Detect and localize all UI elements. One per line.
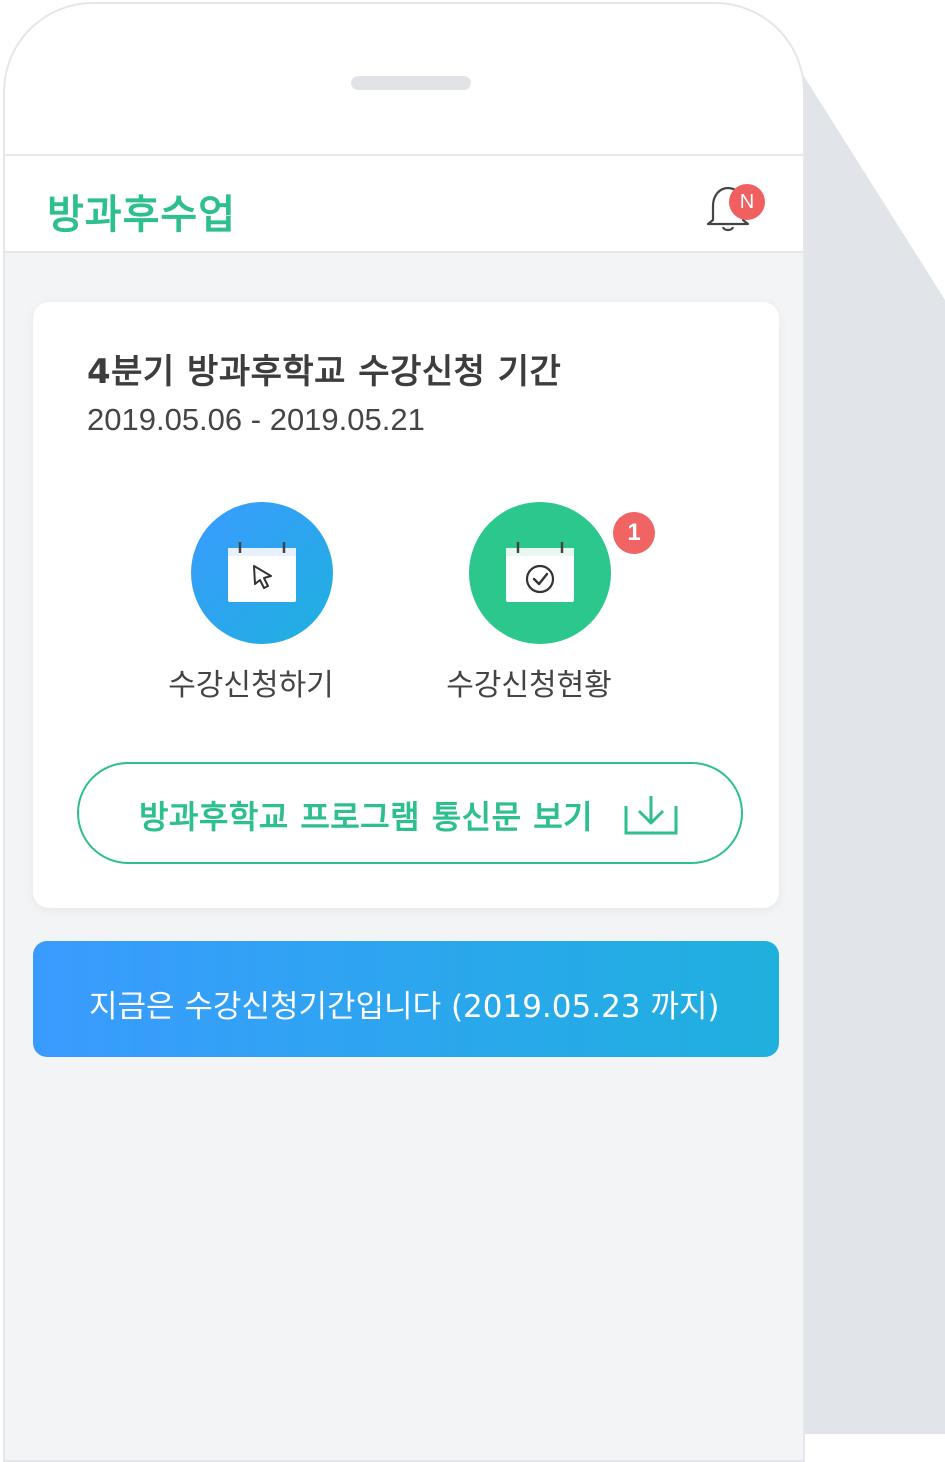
enrollment-notice-banner: 지금은 수강신청기간입니다 (2019.05.23 까지) [33, 941, 779, 1057]
enrollment-card: 4분기 방과후학교 수강신청 기간 2019.05.06 - 2019.05.2… [33, 302, 779, 908]
card-period: 2019.05.06 - 2019.05.21 [87, 402, 425, 437]
phone-speaker [351, 76, 471, 90]
newsletter-download-button[interactable]: 방과후학교 프로그램 통신문 보기 [77, 762, 743, 864]
calendar-check-icon [506, 542, 574, 602]
apply-circle [191, 502, 333, 644]
download-button-label: 방과후학교 프로그램 통신문 보기 [139, 798, 594, 836]
status-circle [469, 502, 611, 644]
app-title: 방과후수업 [47, 192, 236, 238]
notification-badge: N [729, 184, 765, 220]
app-header: 방과후수업 N [5, 156, 803, 253]
notice-text: 지금은 수강신청기간입니다 (2019.05.23 까지) [89, 989, 720, 1025]
apply-course-button[interactable]: 수강신청하기 [141, 502, 361, 703]
card-title: 4분기 방과후학교 수강신청 기간 [87, 352, 562, 392]
enrollment-status-label: 수강신청현황 [446, 668, 612, 703]
phone-frame: 방과후수업 N 4분기 방과후학교 수강신청 기간 2019.05.06 - 2… [3, 2, 805, 1462]
download-icon [624, 796, 678, 835]
calendar-cursor-icon [228, 542, 296, 602]
phone-top-bezel [5, 4, 803, 156]
enrollment-status-button[interactable]: 1 수강신청현황 [419, 502, 655, 703]
status-count-badge: 1 [613, 512, 655, 554]
apply-course-label: 수강신청하기 [168, 668, 334, 703]
